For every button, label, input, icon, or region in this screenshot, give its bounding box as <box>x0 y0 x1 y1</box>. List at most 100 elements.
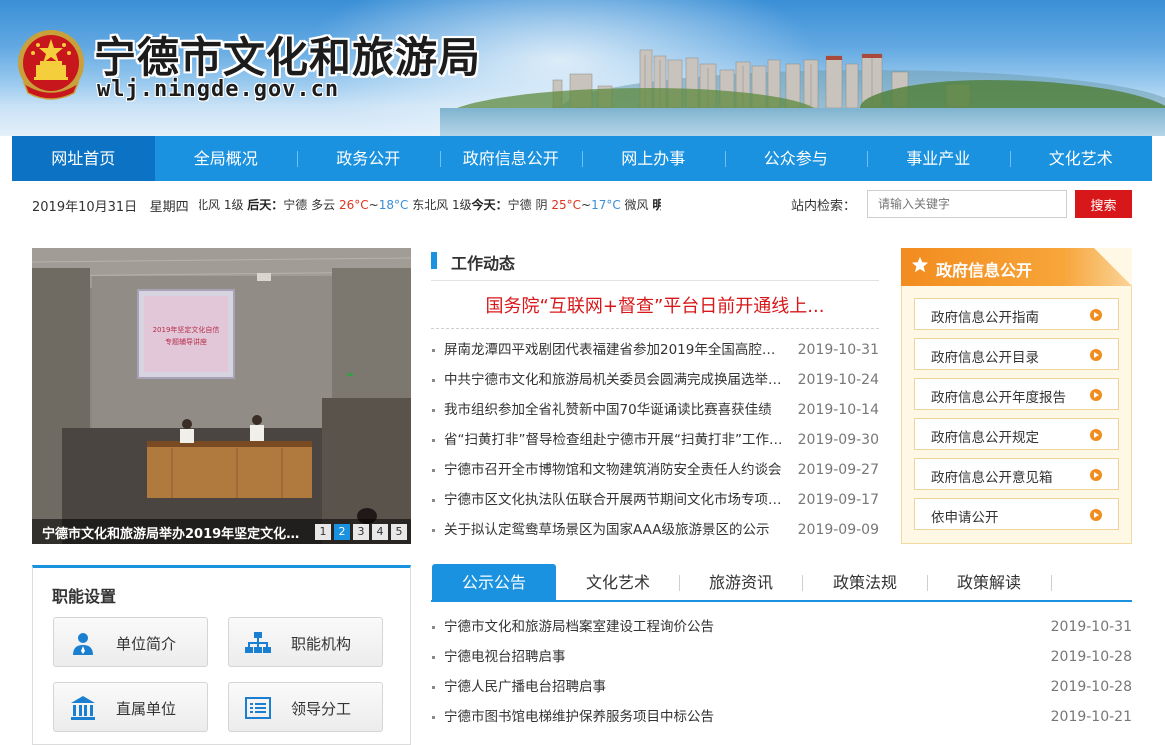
weather-label-tomorrow: 明天 <box>652 198 661 212</box>
arrow-right-icon <box>1090 309 1102 321</box>
notice-title[interactable]: 宁德市文化和旅游局档案室建设工程询价公告 <box>444 612 714 642</box>
arrow-right-icon <box>1090 429 1102 441</box>
nav-item-public-participation[interactable]: 公众参与 <box>724 136 868 181</box>
tab-travel-news[interactable]: 旅游资讯 <box>688 564 794 601</box>
nav-item-overview[interactable]: 全局概况 <box>155 136 298 181</box>
news-item[interactable]: 宁德市召开全市博物馆和文物建筑消防安全责任人约谈会 2019-09-27 <box>431 457 879 487</box>
national-emblem-icon <box>18 30 84 100</box>
notice-item[interactable]: 宁德市文化和旅游局档案室建设工程询价公告 2019-10-31 <box>431 612 1132 642</box>
work-news-section: 工作动态 国务院“互联网+督查”平台日前开通线上... 屏南龙潭四平戏剧团代表福… <box>431 248 879 544</box>
notice-title[interactable]: 宁德电视台招聘启事 <box>444 642 566 672</box>
building-icon <box>71 696 95 720</box>
unit-intro-label: 单位简介 <box>116 635 177 653</box>
news-item[interactable]: 我市组织参加全省礼赞新中国70华诞诵读比赛喜获佳绩 2019-10-14 <box>431 397 879 427</box>
tab-announcements[interactable]: 公示公告 <box>432 564 556 601</box>
divider <box>431 328 879 329</box>
headline-link[interactable]: 国务院“互联网+督查”平台日前开通线上... <box>431 292 879 318</box>
nav-item-gov-info[interactable]: 政府信息公开 <box>439 136 583 181</box>
arrow-right-icon <box>1090 469 1102 481</box>
affiliated-units-button[interactable]: 直属单位 <box>53 682 208 732</box>
news-title[interactable]: 屏南龙潭四平戏剧团代表福建省参加2019年全国高腔戏曲展演 <box>444 337 784 363</box>
gov-link-regulations[interactable]: 政府信息公开规定 <box>914 418 1119 450</box>
news-item[interactable]: 中共宁德市文化和旅游局机关委员会圆满完成换届选举工作 2019-10-24 <box>431 367 879 397</box>
gov-info-panel: 政府信息公开 政府信息公开指南 政府信息公开目录 政府信息公开年度报告 政府信息… <box>901 248 1132 544</box>
search-input[interactable] <box>867 190 1067 218</box>
notice-title[interactable]: 宁德市图书馆电梯维护保养服务项目中标公告 <box>444 702 714 732</box>
work-news-title[interactable]: 工作动态 <box>451 250 515 274</box>
tab-policy-interpretation[interactable]: 政策解读 <box>936 564 1042 601</box>
news-title[interactable]: 我市组织参加全省礼赞新中国70华诞诵读比赛喜获佳绩 <box>444 397 784 423</box>
tab-divider <box>1051 575 1052 591</box>
weather-wind: 东北风 1级 <box>412 198 472 212</box>
notice-date: 2019-10-21 <box>1050 709 1132 725</box>
gov-link-suggestion-box[interactable]: 政府信息公开意见箱 <box>914 458 1119 490</box>
gov-link-guide[interactable]: 政府信息公开指南 <box>914 298 1119 330</box>
news-title[interactable]: 宁德市区文化执法队伍联合开展两节期间文化市场专项检查 <box>444 487 784 513</box>
search-button[interactable]: 搜索 <box>1075 190 1132 218</box>
gov-link-annual-report[interactable]: 政府信息公开年度报告 <box>914 378 1119 410</box>
nav-item-online-services[interactable]: 网上办事 <box>582 136 725 181</box>
list-icon <box>245 697 271 719</box>
weather-city: 宁德 <box>283 198 308 212</box>
news-date: 2019-09-27 <box>797 462 879 478</box>
leadership-duties-button[interactable]: 领导分工 <box>228 682 383 732</box>
slide-dot-3[interactable]: 3 <box>353 524 369 540</box>
tab-policies[interactable]: 政策法规 <box>812 564 918 601</box>
nav-item-industry[interactable]: 事业产业 <box>867 136 1010 181</box>
header-corner <box>1094 248 1132 286</box>
nav-item-home[interactable]: 网址首页 <box>12 136 155 181</box>
notice-list: 宁德市文化和旅游局档案室建设工程询价公告 2019-10-31 宁德电视台招聘启事… <box>431 612 1132 732</box>
gov-info-header: 政府信息公开 <box>901 248 1132 286</box>
news-item[interactable]: 关于拟认定鸳鸯草场景区为国家AAA级旅游景区的公示 2019-09-09 <box>431 517 879 547</box>
news-title[interactable]: 省“扫黄打非”督导检查组赴宁德市开展“扫黄打非”工作督导 <box>444 427 784 453</box>
photo-slider[interactable]: 2019年坚定文化自信 专题辅导讲座 宁德市文化和旅游局举办2019年坚定文化自… <box>32 248 411 544</box>
weather-condition: 多云 <box>311 198 336 212</box>
slide-caption[interactable]: 宁德市文化和旅游局举办2019年坚定文化自信专题辅导讲座 <box>42 523 310 542</box>
main-nav: 网址首页 全局概况 政务公开 政府信息公开 网上办事 公众参与 事业产业 文化艺… <box>12 136 1152 181</box>
tab-culture-art[interactable]: 文化艺术 <box>565 564 671 601</box>
gov-link-label: 政府信息公开年度报告 <box>931 390 1066 406</box>
functions-section: 职能设置 单位简介 职能机构 直属单位 领导分工 <box>32 565 411 745</box>
slide-caption-bar: 宁德市文化和旅游局举办2019年坚定文化自信专题辅导讲座 1 2 3 4 5 <box>32 519 411 544</box>
gov-info-title[interactable]: 政府信息公开 <box>936 257 1032 281</box>
news-title[interactable]: 中共宁德市文化和旅游局机关委员会圆满完成换届选举工作 <box>444 367 784 393</box>
slide-dot-4[interactable]: 4 <box>372 524 388 540</box>
news-item[interactable]: 省“扫黄打非”督导检查组赴宁德市开展“扫黄打非”工作督导 2019-09-30 <box>431 427 879 457</box>
gov-link-label: 政府信息公开规定 <box>931 430 1039 446</box>
news-date: 2019-09-17 <box>797 492 879 508</box>
nav-item-culture-art[interactable]: 文化艺术 <box>1009 136 1153 181</box>
notice-item[interactable]: 宁德市图书馆电梯维护保养服务项目中标公告 2019-10-21 <box>431 702 1132 732</box>
weather-low: 17°C <box>591 198 621 212</box>
nav-item-government-affairs[interactable]: 政务公开 <box>297 136 440 181</box>
slide-pagination: 1 2 3 4 5 <box>315 524 407 540</box>
weather-tilde: ~ <box>368 198 379 212</box>
unit-intro-button[interactable]: 单位简介 <box>53 617 208 667</box>
arrow-right-icon <box>1090 509 1102 521</box>
work-news-header: 工作动态 <box>431 248 879 281</box>
notice-item[interactable]: 宁德电视台招聘启事 2019-10-28 <box>431 642 1132 672</box>
news-item[interactable]: 屏南龙潭四平戏剧团代表福建省参加2019年全国高腔戏曲展演 2019-10-31 <box>431 337 879 367</box>
news-title[interactable]: 关于拟认定鸳鸯草场景区为国家AAA级旅游景区的公示 <box>444 517 784 543</box>
gov-link-request[interactable]: 依申请公开 <box>914 498 1119 530</box>
news-title[interactable]: 宁德市召开全市博物馆和文物建筑消防安全责任人约谈会 <box>444 457 784 483</box>
weather-ticker: 北风 1级 后天：宁德 多云 26°C~18°C 东北风 1级今天：宁德 阴 2… <box>199 196 661 213</box>
screen-text-line-2: 专题辅导讲座 <box>165 337 207 346</box>
slide-dot-5[interactable]: 5 <box>391 524 407 540</box>
news-item[interactable]: 宁德市区文化执法队伍联合开展两节期间文化市场专项检查 2019-09-17 <box>431 487 879 517</box>
departments-label: 职能机构 <box>291 635 352 653</box>
river <box>440 108 1165 136</box>
notice-item[interactable]: 宁德人民广播电台招聘启事 2019-10-28 <box>431 672 1132 702</box>
notice-date: 2019-10-28 <box>1050 679 1132 695</box>
slide-dot-2[interactable]: 2 <box>334 524 350 540</box>
slide-dot-1[interactable]: 1 <box>315 524 331 540</box>
news-list: 屏南龙潭四平戏剧团代表福建省参加2019年全国高腔戏曲展演 2019-10-31 … <box>431 337 879 547</box>
notice-tabs: 公示公告 文化艺术 旅游资讯 政策法规 政策解读 <box>431 564 1132 602</box>
news-date: 2019-10-24 <box>797 372 879 388</box>
departments-button[interactable]: 职能机构 <box>228 617 383 667</box>
screen-text-line-1: 2019年坚定文化自信 <box>153 325 220 334</box>
news-date: 2019-09-09 <box>797 522 879 538</box>
arrow-right-icon <box>1090 349 1102 361</box>
site-url: wlj.ningde.gov.cn <box>97 77 340 102</box>
notice-title[interactable]: 宁德人民广播电台招聘启事 <box>444 672 606 702</box>
gov-link-catalog[interactable]: 政府信息公开目录 <box>914 338 1119 370</box>
